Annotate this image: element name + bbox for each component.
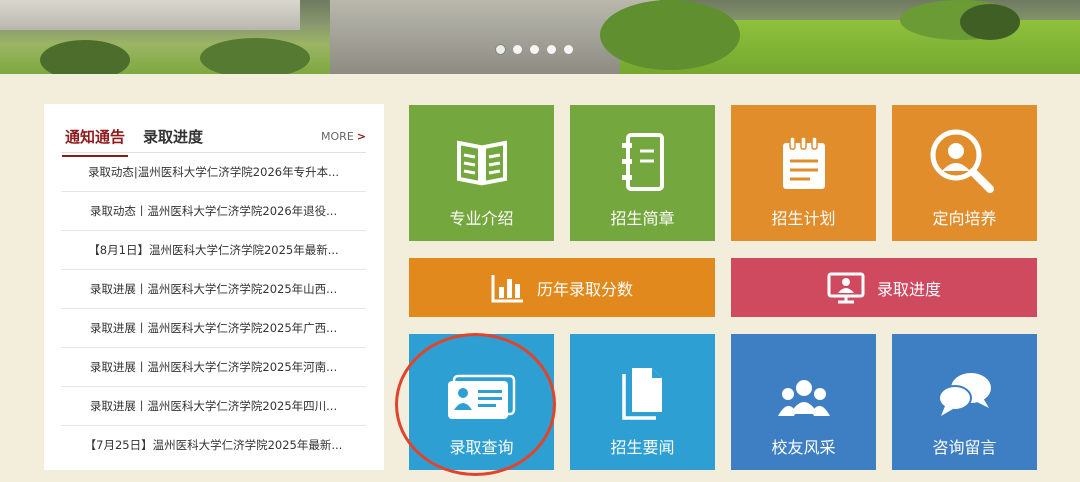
open-book-icon <box>457 140 507 186</box>
tile-label: 校友风采 <box>771 438 836 457</box>
carousel-dot[interactable] <box>530 45 539 54</box>
news-panel: 通知通告 录取进度 MORE > 录取动态|温州医科大学仁济学院2026年专升本.… <box>44 104 384 470</box>
news-item[interactable]: 录取进展丨温州医科大学仁济学院2025年四川... <box>61 387 366 426</box>
person-search-icon <box>930 129 994 193</box>
presentation-icon <box>827 272 865 303</box>
carousel-dot[interactable] <box>513 45 522 54</box>
banner-tree <box>960 4 1020 40</box>
news-item[interactable]: 录取进展丨温州医科大学仁济学院2025年山西... <box>61 270 366 309</box>
tile-label: 招生计划 <box>771 209 836 228</box>
tile-consult[interactable]: 咨询留言 <box>892 334 1037 470</box>
news-list: 录取动态|温州医科大学仁济学院2026年专升本... 录取动态丨温州医科大学仁济… <box>61 153 366 464</box>
chevron-right-icon: > <box>356 130 366 143</box>
carousel-dot[interactable] <box>547 45 556 54</box>
group-icon <box>778 380 830 416</box>
tile-admission-progress[interactable]: 录取进度 <box>731 258 1037 317</box>
tile-content: 历年录取分数 <box>409 258 715 317</box>
news-item[interactable]: 录取动态丨温州医科大学仁济学院2026年退役... <box>61 192 366 231</box>
news-item[interactable]: 【8月1日】温州医科大学仁济学院2025年最新... <box>61 231 366 270</box>
document-icon <box>622 368 662 420</box>
tile-label: 招生简章 <box>610 209 675 228</box>
carousel-dot[interactable] <box>496 45 505 54</box>
tile-label: 招生要闻 <box>610 438 675 457</box>
tile-alumni[interactable]: 校友风采 <box>731 334 876 470</box>
tile-label: 咨询留言 <box>932 438 997 457</box>
tile-directed-training[interactable]: 定向培养 <box>892 105 1037 241</box>
tile-historical-scores[interactable]: 历年录取分数 <box>409 258 715 317</box>
tile-enrollment-plan[interactable]: 招生计划 <box>731 105 876 241</box>
notebook-icon <box>622 133 664 191</box>
more-link[interactable]: MORE > <box>321 130 366 143</box>
banner-tree <box>600 0 740 70</box>
tile-label: 历年录取分数 <box>536 279 633 299</box>
campus-banner <box>0 0 1080 74</box>
banner-tree <box>40 40 130 74</box>
bar-chart-icon <box>491 274 523 302</box>
news-item[interactable]: 录取动态|温州医科大学仁济学院2026年专升本... <box>61 153 366 192</box>
tile-brochure[interactable]: 招生简章 <box>570 105 715 241</box>
tile-label: 录取进度 <box>876 279 941 299</box>
tile-major-intro[interactable]: 专业介绍 <box>409 105 554 241</box>
banner-building <box>0 0 300 30</box>
carousel-dots <box>496 45 573 54</box>
news-item[interactable]: 录取进展丨温州医科大学仁济学院2025年广西... <box>61 309 366 348</box>
tile-label: 专业介绍 <box>449 209 514 228</box>
tile-admission-news[interactable]: 招生要闻 <box>570 334 715 470</box>
news-item[interactable]: 【7月25日】温州医科大学仁济学院2025年最新... <box>61 426 366 464</box>
news-tabs: 通知通告 录取进度 MORE > <box>61 122 366 157</box>
banner-tree <box>200 38 310 74</box>
tile-content: 录取进度 <box>731 258 1037 317</box>
tile-label: 定向培养 <box>932 209 997 228</box>
tab-admission-progress[interactable]: 录取进度 <box>143 126 203 147</box>
chat-bubbles-icon <box>938 373 991 416</box>
more-label: MORE <box>321 130 354 143</box>
notepad-icon <box>783 136 825 189</box>
news-item[interactable]: 录取进展丨温州医科大学仁济学院2025年河南... <box>61 348 366 387</box>
highlight-circle <box>395 333 556 476</box>
carousel-dot[interactable] <box>564 45 573 54</box>
tab-notices[interactable]: 通知通告 <box>61 126 129 157</box>
